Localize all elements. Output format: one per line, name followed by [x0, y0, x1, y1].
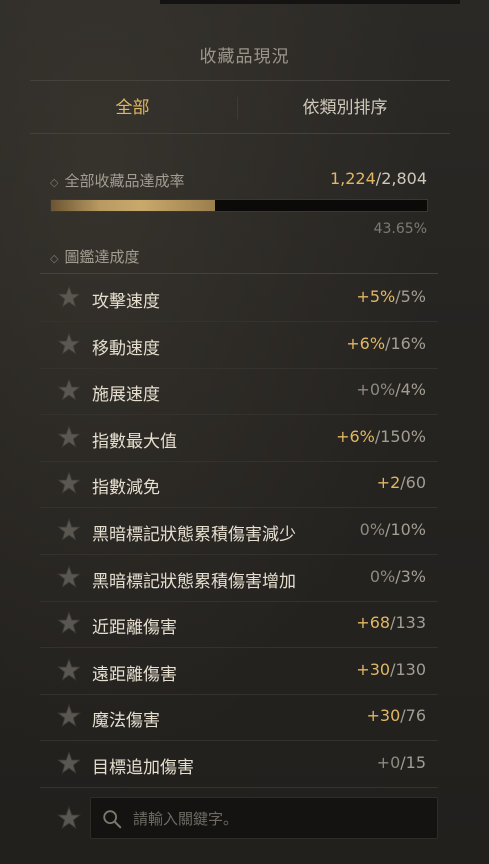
star-icon [56, 378, 82, 402]
codex-divider [40, 273, 438, 274]
codex-item-total: 3% [400, 566, 426, 586]
completion-count: 1,224/2,804 [330, 169, 427, 188]
title-divider [30, 80, 450, 81]
star-icon [56, 805, 82, 830]
star-icon [56, 611, 82, 635]
codex-item-current: +2 [376, 473, 401, 493]
collection-panel: 收藏品現況 全部 依類別排序 ◇ 全部收藏品達成率 1,224/2,804 43.… [0, 0, 489, 864]
codex-item-total: 16% [390, 333, 426, 353]
codex-row[interactable]: 魔法傷害 +30/76 [40, 694, 438, 742]
diamond-icon: ◇ [50, 176, 59, 189]
codex-item-total: 5% [400, 287, 426, 306]
codex-item-name: 移動速度 [92, 338, 160, 359]
magnifier-icon [103, 810, 122, 829]
codex-item-value: +6%/150% [336, 427, 426, 446]
star-icon [56, 284, 82, 309]
completion-total: 2,804 [381, 169, 427, 188]
codex-item-value: +0%/4% [356, 380, 426, 399]
search-box[interactable] [90, 797, 438, 839]
panel-title: 收藏品現況 [199, 47, 290, 67]
codex-row[interactable]: 目標追加傷害 +0/15 [40, 741, 438, 788]
completion-label: 全部收藏品達成率 [64, 172, 185, 190]
codex-item-name: 攻擊速度 [92, 292, 160, 312]
star-icon [56, 331, 82, 355]
codex-item-current: +68 [356, 613, 391, 633]
codex-item-name: 目標追加傷害 [92, 758, 194, 778]
diamond-icon: ◇ [50, 252, 59, 265]
codex-item-value: +30/130 [356, 660, 426, 679]
codex-row[interactable]: 遠距離傷害 +30/130 [40, 648, 438, 695]
codex-item-current: +30 [366, 706, 401, 726]
codex-item-total: 10% [390, 520, 426, 539]
codex-item-name: 指數減免 [92, 478, 160, 499]
codex-item-current: +6% [336, 426, 375, 446]
completion-percent: 43.65% [373, 221, 427, 237]
codex-item-total: 130 [395, 659, 426, 679]
codex-item-name: 魔法傷害 [92, 711, 160, 732]
tabs-divider [30, 133, 450, 134]
codex-item-current: 0% [369, 566, 396, 586]
codex-item-total: 133 [395, 613, 426, 633]
codex-item-name: 黑暗標記狀態累積傷害增加 [92, 571, 296, 592]
codex-item-value: +30/76 [366, 706, 426, 725]
codex-row[interactable]: 指數最大值 +6%/150% [40, 415, 438, 462]
codex-row[interactable]: 指數減免 +2/60 [40, 461, 438, 509]
codex-item-total: 4% [400, 380, 426, 400]
codex-item-current: 0% [359, 520, 386, 539]
codex-item-total: 15 [405, 753, 426, 772]
codex-item-value: +68/133 [356, 613, 426, 632]
codex-item-name: 指數最大值 [92, 431, 177, 452]
star-icon [56, 424, 82, 448]
star-icon [56, 750, 82, 775]
star-icon [56, 471, 82, 495]
codex-item-current: +0 [376, 753, 401, 772]
codex-item-value: +0/15 [377, 753, 426, 772]
tab-by-category[interactable]: 依類別排序 [240, 93, 450, 121]
star-icon [56, 564, 82, 588]
codex-item-current: +5% [356, 287, 396, 306]
codex-item-current: +30 [356, 659, 391, 679]
completion-current: 1,224 [329, 169, 376, 188]
codex-item-value: +5%/5% [356, 287, 426, 306]
codex-item-current: +0% [356, 380, 396, 400]
codex-item-value: +2/60 [377, 473, 426, 492]
codex-item-name: 遠距離傷害 [92, 664, 177, 685]
codex-row[interactable]: 近距離傷害 +68/133 [40, 601, 438, 649]
codex-item-total: 76 [405, 706, 426, 726]
codex-item-name: 黑暗標記狀態累積傷害減少 [92, 525, 296, 545]
codex-item-total: 150% [380, 426, 426, 446]
codex-section: ◇ 圖鑑達成度 [50, 246, 139, 267]
codex-item-value: +6%/16% [346, 334, 426, 353]
star-icon [56, 517, 82, 542]
tab-separator [237, 97, 238, 119]
completion-progress-fill [51, 200, 216, 211]
codex-row[interactable]: 移動速度 +6%/16% [40, 322, 438, 369]
star-icon [56, 657, 82, 681]
codex-row[interactable]: 攻擊速度 +5%/5% [40, 275, 438, 322]
codex-item-value: 0%/3% [370, 567, 426, 586]
completion-progress-bar [50, 199, 428, 212]
star-icon [56, 704, 82, 728]
codex-item-value: 0%/10% [360, 520, 426, 539]
codex-item-total: 60 [405, 473, 426, 493]
tab-all[interactable]: 全部 [30, 93, 235, 121]
search-input[interactable] [131, 806, 425, 832]
codex-row[interactable]: 黑暗標記狀態累積傷害減少 0%/10% [40, 508, 438, 555]
codex-row[interactable]: 黑暗標記狀態累積傷害增加 0%/3% [40, 555, 438, 602]
codex-item-name: 施展速度 [92, 385, 160, 406]
codex-label: 圖鑑達成度 [64, 248, 140, 266]
codex-item-current: +6% [346, 333, 386, 353]
top-frame-edge [160, 0, 460, 4]
completion-section: ◇ 全部收藏品達成率 [50, 170, 184, 191]
codex-row[interactable]: 施展速度 +0%/4% [40, 368, 438, 416]
codex-item-name: 近距離傷害 [92, 618, 177, 639]
